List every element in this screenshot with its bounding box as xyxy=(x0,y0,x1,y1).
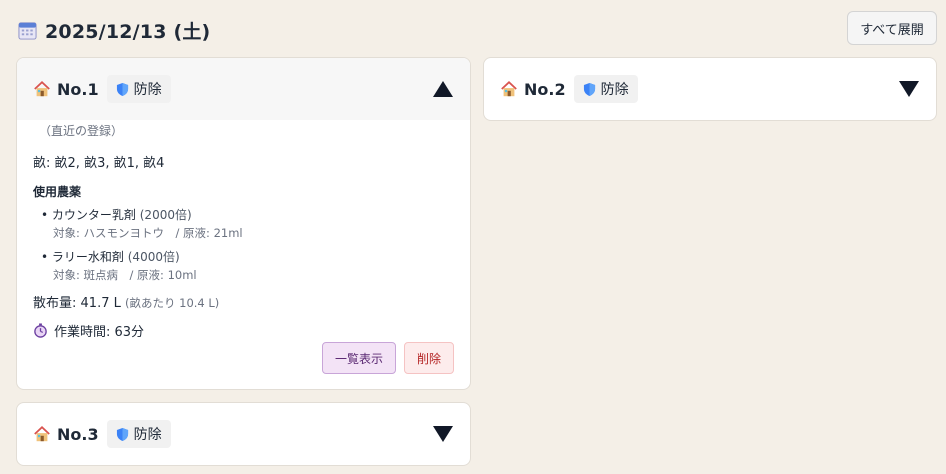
pesticide-name: ラリー水和剤 xyxy=(51,250,124,264)
delete-button[interactable]: 削除 xyxy=(404,342,454,374)
house-icon xyxy=(34,426,50,442)
card-number: No.2 xyxy=(524,79,566,99)
expand-triangle-icon[interactable] xyxy=(432,425,454,443)
pesticide-ratio: (2000倍) xyxy=(139,208,192,222)
page-header: 2025/12/13 (土) xyxy=(18,14,210,46)
amount-label: 散布量: xyxy=(33,296,77,311)
work-time: 作業時間: 63分 xyxy=(33,321,454,340)
calendar-icon xyxy=(18,21,37,40)
card-no3: No.3 防除 xyxy=(16,402,471,466)
card-no2: No.2 防除 xyxy=(483,57,937,121)
pesticide-detail: 対象: 斑点病 / 原液: 10ml xyxy=(53,268,197,282)
pesticide-item: • ラリー水和剤 (4000倍) 対象: 斑点病 / 原液: 10ml xyxy=(33,248,454,283)
card-header[interactable]: No.1 防除 xyxy=(17,58,470,120)
card-actions: 一覧表示 削除 xyxy=(322,342,454,374)
amount-per-field: (畝あたり 10.4 L) xyxy=(125,296,220,310)
collapse-triangle-icon[interactable] xyxy=(432,80,454,98)
house-icon xyxy=(34,81,50,97)
recent-note: （直近の登録） xyxy=(39,124,124,138)
stopwatch-icon xyxy=(34,323,47,338)
pesticide-detail: 対象: ハスモンヨトウ / 原液: 21ml xyxy=(53,226,243,240)
list-view-button[interactable]: 一覧表示 xyxy=(322,342,396,374)
amount-value: 41.7 L xyxy=(80,296,121,311)
pesticide-list: • カウンター乳剤 (2000倍) 対象: ハスモンヨトウ / 原液: 21ml… xyxy=(33,206,454,283)
work-time-text: 作業時間: 63分 xyxy=(54,325,145,340)
badge-label: 防除 xyxy=(133,82,162,98)
spray-amount: 散布量: 41.7 L (畝あたり 10.4 L) xyxy=(33,292,454,311)
fields-label: 畝: xyxy=(33,156,51,171)
pesticide-name: カウンター乳剤 xyxy=(51,208,136,222)
shield-icon xyxy=(583,82,595,96)
badge-label: 防除 xyxy=(600,82,629,98)
card-header[interactable]: No.3 防除 xyxy=(17,403,470,465)
category-badge: 防除 xyxy=(573,75,638,103)
card-number: No.1 xyxy=(57,79,99,99)
shield-icon xyxy=(116,427,128,441)
shield-icon xyxy=(116,82,128,96)
fields-value: 畝2, 畝3, 畝1, 畝4 xyxy=(54,156,165,171)
card-header[interactable]: No.2 防除 xyxy=(484,58,936,120)
category-badge: 防除 xyxy=(106,420,171,448)
fields-row: 畝: 畝2, 畝3, 畝1, 畝4 xyxy=(33,152,454,171)
expand-all-button[interactable]: すべて展開 xyxy=(847,11,937,45)
expand-triangle-icon[interactable] xyxy=(898,80,920,98)
badge-label: 防除 xyxy=(133,427,162,443)
category-badge: 防除 xyxy=(106,75,171,103)
card-number: No.3 xyxy=(57,424,99,444)
pesticide-ratio: (4000倍) xyxy=(127,250,180,264)
pesticides-title: 使用農薬 xyxy=(33,185,82,199)
house-icon xyxy=(501,81,517,97)
pesticide-item: • カウンター乳剤 (2000倍) 対象: ハスモンヨトウ / 原液: 21ml xyxy=(33,206,454,241)
page-title: 2025/12/13 (土) xyxy=(45,20,211,43)
card-no1: No.1 防除 （直近の登録） 畝: 畝2, 畝3, 畝1, 畝4 使用農薬 •… xyxy=(16,57,471,390)
card-body: （直近の登録） 畝: 畝2, 畝3, 畝1, 畝4 使用農薬 • カウンター乳剤… xyxy=(17,120,470,340)
